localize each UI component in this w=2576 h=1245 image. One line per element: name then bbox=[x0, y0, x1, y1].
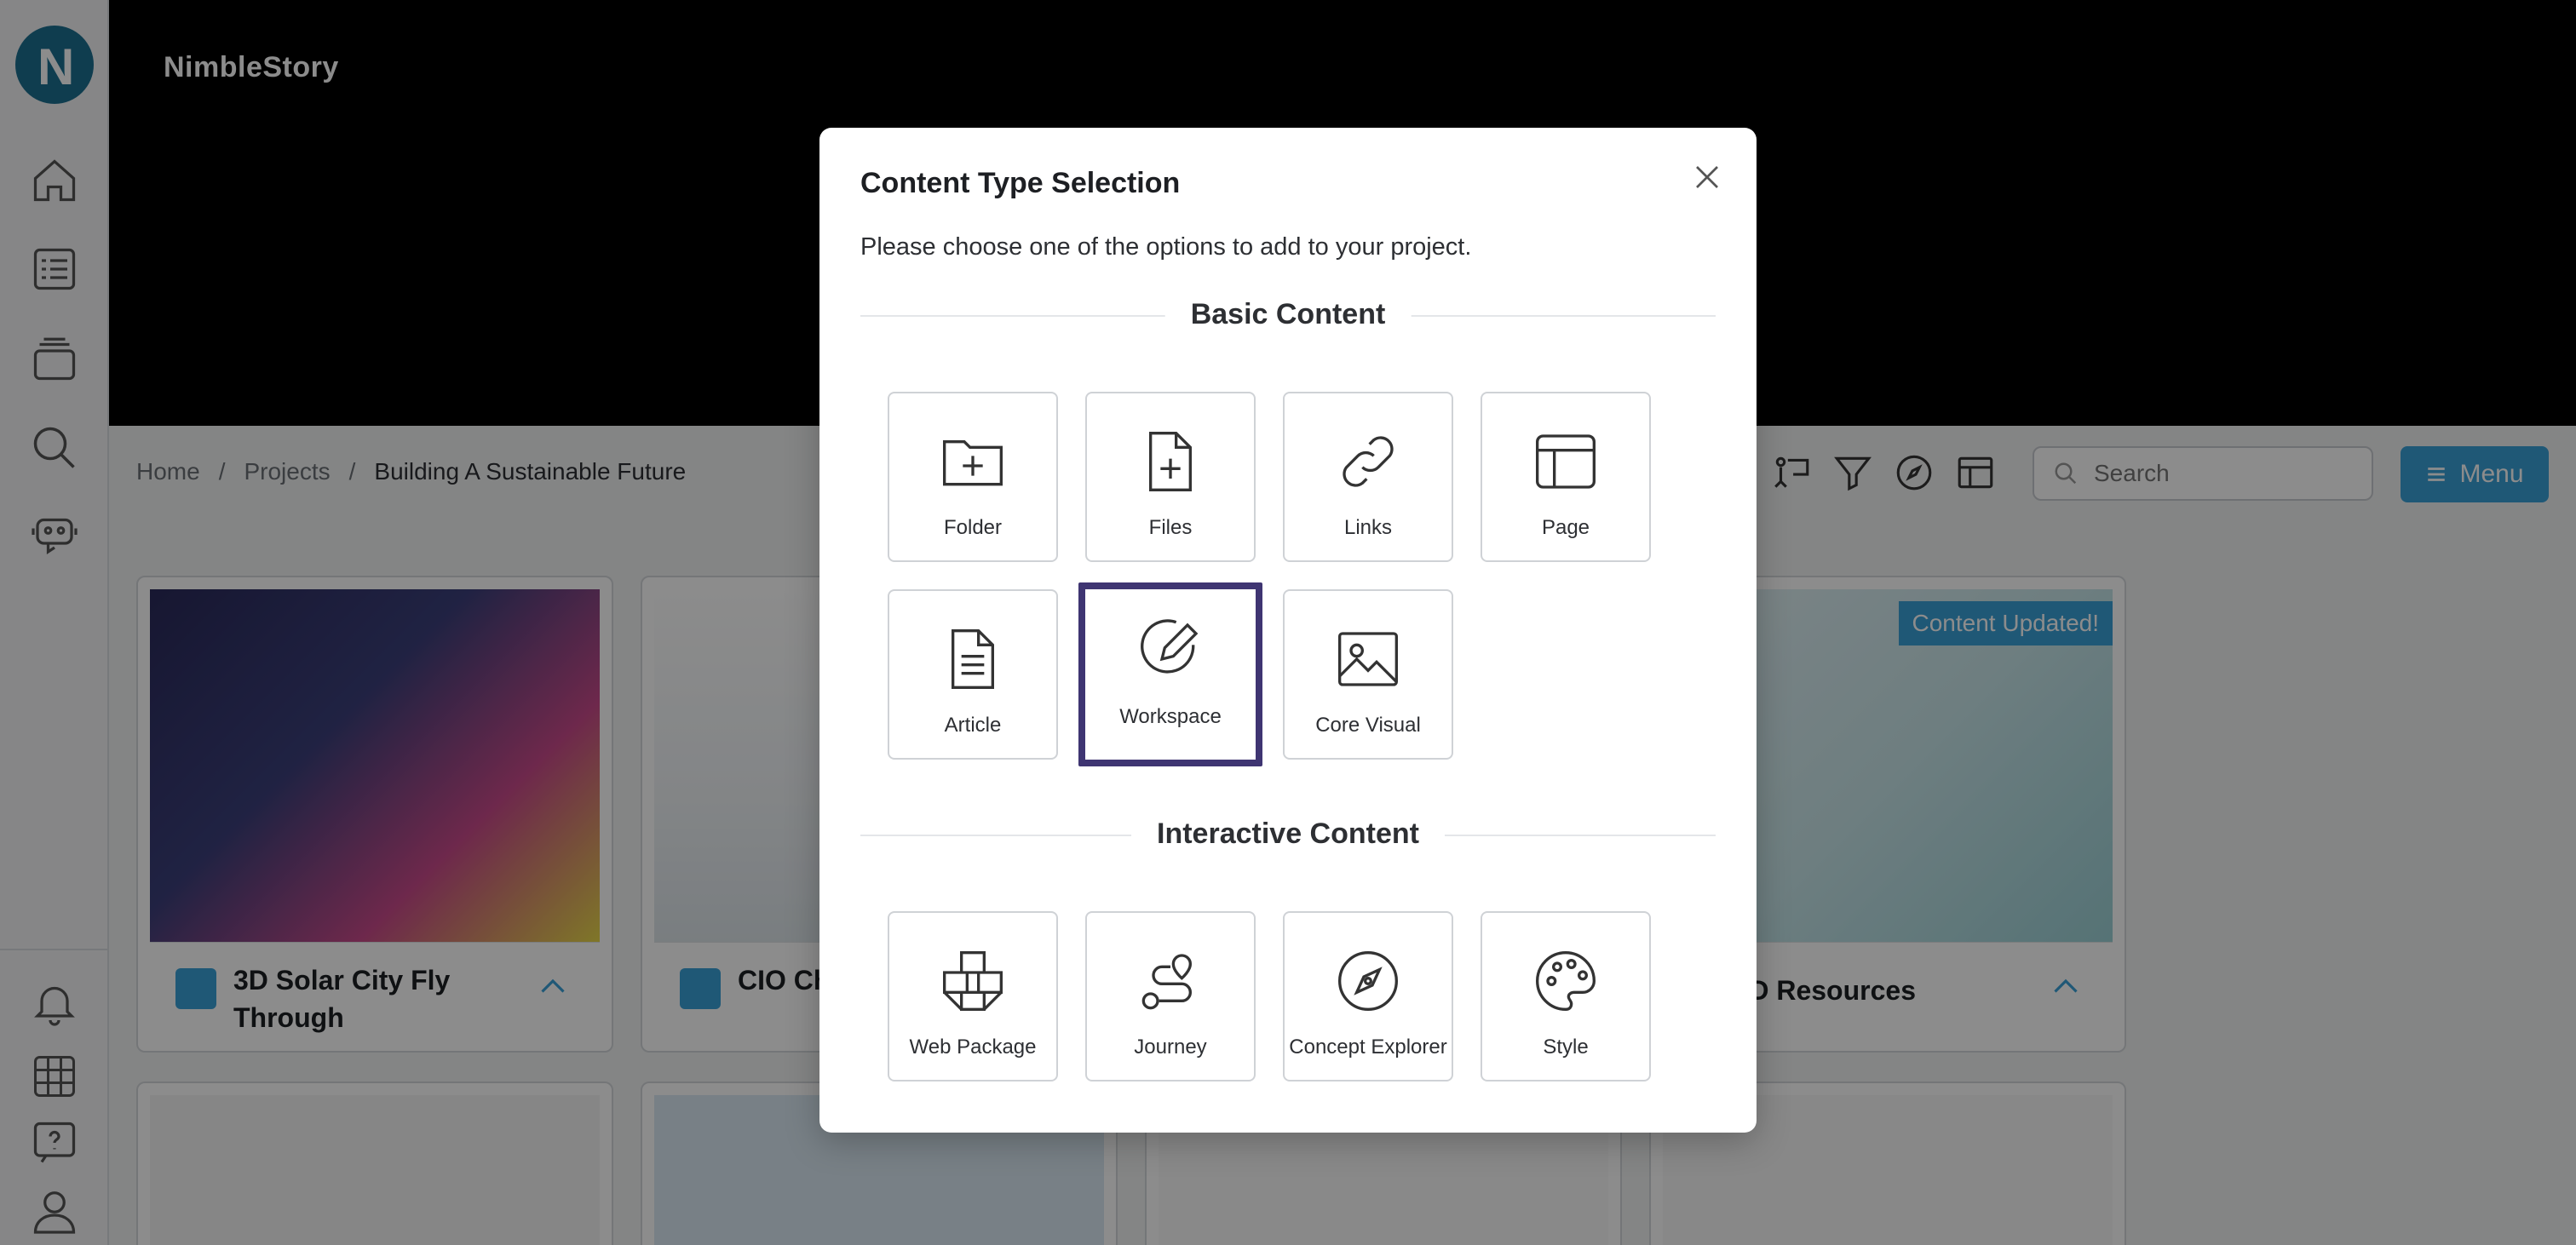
compass-icon bbox=[1338, 951, 1398, 1011]
option-label: Core Visual bbox=[1315, 714, 1421, 737]
option-label: Concept Explorer bbox=[1289, 1036, 1447, 1059]
option-workspace[interactable]: Workspace bbox=[1078, 582, 1262, 766]
route-icon bbox=[1141, 954, 1193, 1010]
file-plus-icon bbox=[1149, 432, 1192, 491]
option-label: Journey bbox=[1134, 1036, 1207, 1059]
close-icon[interactable] bbox=[1692, 162, 1722, 192]
palette-icon bbox=[1536, 950, 1596, 1012]
article-icon bbox=[952, 629, 994, 689]
page-layout-icon bbox=[1536, 434, 1596, 489]
dialog-title: Content Type Selection bbox=[860, 167, 1181, 199]
section-title: Basic Content bbox=[1164, 298, 1412, 331]
option-concept-explorer[interactable]: Concept Explorer bbox=[1283, 911, 1453, 1081]
option-folder[interactable]: Folder bbox=[888, 392, 1058, 562]
option-web-package[interactable]: Web Package bbox=[888, 911, 1058, 1081]
option-core-visual[interactable]: Core Visual bbox=[1283, 589, 1453, 760]
option-label: Files bbox=[1148, 516, 1193, 539]
option-journey[interactable]: Journey bbox=[1085, 911, 1256, 1081]
dialog-description: Please choose one of the options to add … bbox=[860, 233, 1472, 261]
cubes-icon bbox=[943, 951, 1003, 1011]
section-title: Interactive Content bbox=[1131, 818, 1445, 851]
option-style[interactable]: Style bbox=[1481, 911, 1651, 1081]
option-label: Folder bbox=[943, 516, 1003, 539]
option-links[interactable]: Links bbox=[1283, 392, 1453, 562]
pencil-circle-icon bbox=[1141, 619, 1199, 674]
option-article[interactable]: Article bbox=[888, 589, 1058, 760]
option-files[interactable]: Files bbox=[1085, 392, 1256, 562]
image-icon bbox=[1338, 632, 1398, 686]
content-type-dialog: Content Type Selection Please choose one… bbox=[819, 128, 1757, 1133]
link-icon bbox=[1343, 436, 1394, 487]
option-label: Page bbox=[1541, 516, 1590, 539]
folder-plus-icon bbox=[943, 440, 1003, 486]
section-heading-interactive: Interactive Content bbox=[860, 818, 1716, 852]
option-label: Style bbox=[1543, 1036, 1589, 1059]
option-label: Article bbox=[944, 714, 1002, 737]
option-label: Workspace bbox=[1119, 705, 1222, 728]
option-label: Web Package bbox=[909, 1036, 1037, 1059]
section-heading-basic: Basic Content bbox=[860, 298, 1716, 332]
option-label: Links bbox=[1343, 516, 1393, 539]
option-page[interactable]: Page bbox=[1481, 392, 1651, 562]
